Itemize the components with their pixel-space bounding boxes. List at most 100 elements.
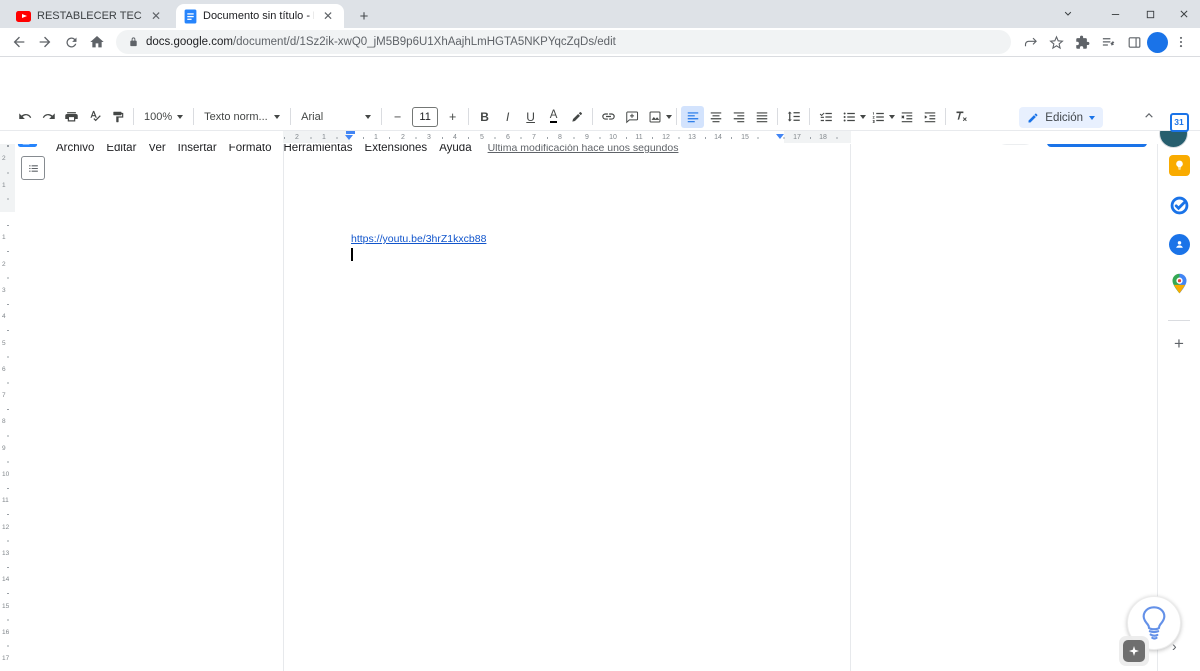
tasks-icon[interactable]	[1166, 192, 1192, 218]
reading-list-icon[interactable]	[1095, 29, 1121, 55]
increase-indent-icon[interactable]	[918, 106, 941, 128]
ruler-mark: 2	[294, 133, 300, 142]
decrease-font-icon[interactable]: −	[386, 106, 409, 128]
outline-icon[interactable]	[21, 156, 45, 180]
underline-icon[interactable]: U	[519, 106, 542, 128]
page-right-edge	[850, 144, 851, 671]
redo-icon[interactable]	[37, 106, 60, 128]
align-center-icon[interactable]	[704, 106, 727, 128]
ruler-mark: 13	[687, 133, 697, 142]
ruler-mark: 14	[2, 576, 10, 584]
chevron-up-icon[interactable]	[1142, 108, 1156, 122]
styles-select[interactable]: Texto norm...	[198, 106, 286, 128]
docs-favicon	[184, 9, 197, 24]
tab-title: Documento sin título - Documen	[203, 10, 314, 22]
checklist-icon[interactable]	[814, 106, 837, 128]
align-left-icon[interactable]	[681, 105, 705, 128]
print-icon[interactable]	[60, 106, 83, 128]
url-bar[interactable]: docs.google.com/document/d/1Sz2ik-xwQ0_j…	[116, 30, 1011, 54]
share-page-icon[interactable]	[1017, 29, 1043, 55]
kebab-menu-icon[interactable]	[1168, 29, 1194, 55]
line-spacing-icon[interactable]	[782, 106, 805, 128]
home-icon[interactable]	[84, 29, 110, 55]
align-right-icon[interactable]	[727, 106, 750, 128]
ruler-mark: 4	[2, 313, 6, 321]
tab-docs[interactable]: Documento sin título - Documen ✕	[176, 4, 344, 28]
ruler-mark: 10	[608, 133, 618, 142]
calendar-icon[interactable]: 31	[1166, 109, 1192, 135]
ruler-mark: 9	[584, 133, 590, 142]
bookmark-star-icon[interactable]	[1043, 29, 1069, 55]
back-icon[interactable]	[6, 29, 32, 55]
font-select[interactable]: Arial	[295, 106, 377, 128]
ruler-mark: 15	[2, 603, 10, 611]
forward-icon[interactable]	[32, 29, 58, 55]
chevron-down-icon[interactable]	[1052, 0, 1084, 28]
new-tab-icon[interactable]: +	[352, 4, 376, 28]
mode-label: Edición	[1045, 111, 1083, 124]
avatar[interactable]	[1147, 31, 1168, 53]
youtube-favicon	[16, 10, 31, 22]
clear-formatting-icon[interactable]	[950, 106, 973, 128]
contacts-icon[interactable]	[1166, 231, 1192, 257]
maps-icon[interactable]	[1166, 270, 1192, 296]
undo-icon[interactable]	[14, 106, 37, 128]
maximize-icon[interactable]	[1134, 0, 1166, 28]
ruler-mark: 13	[2, 550, 10, 558]
mode-select[interactable]: Edición	[1019, 107, 1103, 128]
ruler-mark: 1	[2, 234, 6, 242]
overlay-pin-button[interactable]	[1119, 636, 1149, 666]
add-comment-icon[interactable]	[620, 106, 643, 128]
ruler-mark: 12	[2, 524, 10, 532]
tab-youtube[interactable]: RESTABLECER TECLADO Window ✕	[8, 4, 172, 28]
bold-icon[interactable]: B	[473, 106, 496, 128]
numbered-list-icon[interactable]	[866, 106, 889, 128]
ruler-mark: 5	[479, 133, 485, 142]
ruler-mark: 6	[2, 366, 6, 374]
insert-link-icon[interactable]	[597, 106, 620, 128]
window-close-icon[interactable]	[1168, 0, 1200, 28]
plus-icon[interactable]: +	[1166, 331, 1192, 357]
url-path: /document/d/1Sz2ik-xwQ0_jM5B9p6U1XhAajhL…	[232, 36, 616, 48]
page-left-edge	[283, 144, 284, 671]
ruler-mark: 18	[818, 133, 828, 142]
ruler-mark: 5	[2, 340, 6, 348]
minimize-icon[interactable]	[1099, 0, 1131, 28]
tab-title: RESTABLECER TECLADO Window	[37, 10, 142, 22]
font-size-input[interactable]: 11	[412, 106, 439, 127]
ruler-mark: 2	[2, 261, 6, 269]
side-panel-icon[interactable]	[1121, 29, 1147, 55]
zoom-select[interactable]: 100%	[138, 106, 189, 128]
ruler-mark: 3	[2, 287, 6, 295]
ruler-mark: 2	[2, 155, 6, 163]
reload-icon[interactable]	[58, 29, 84, 55]
text-cursor	[351, 248, 353, 261]
decrease-indent-icon[interactable]	[895, 106, 918, 128]
close-icon[interactable]: ✕	[148, 9, 164, 23]
browser-window: RESTABLECER TECLADO Window ✕ Documento s…	[0, 0, 1200, 671]
ruler-mark: 1	[321, 133, 327, 142]
ruler-mark: 1	[373, 133, 379, 142]
justify-icon[interactable]	[750, 106, 773, 128]
ruler-mark: 8	[557, 133, 563, 142]
italic-icon[interactable]: I	[496, 106, 519, 128]
ruler-mark: 4	[452, 133, 458, 142]
close-icon[interactable]: ✕	[320, 9, 336, 23]
ruler-mark: 3	[426, 133, 432, 142]
highlight-icon[interactable]	[565, 106, 588, 128]
ruler-indent-marker-right[interactable]	[776, 134, 784, 139]
keep-icon[interactable]	[1166, 152, 1192, 178]
ruler-mark: 11	[2, 497, 9, 505]
paint-format-icon[interactable]	[106, 106, 129, 128]
spellcheck-icon[interactable]	[83, 106, 106, 128]
divider	[1168, 320, 1190, 321]
ruler-mark: 8	[2, 418, 6, 426]
image-dropdown-caret[interactable]	[666, 114, 673, 119]
document-link[interactable]: https://youtu.be/3hrZ1kxcb88	[351, 233, 486, 245]
text-color-icon[interactable]: A	[542, 106, 565, 128]
increase-font-icon[interactable]: +	[441, 106, 464, 128]
extensions-icon[interactable]	[1069, 29, 1095, 55]
insert-image-icon[interactable]	[643, 106, 666, 128]
bulleted-list-icon[interactable]	[837, 106, 860, 128]
ruler-indent-marker-left[interactable]	[345, 131, 355, 140]
